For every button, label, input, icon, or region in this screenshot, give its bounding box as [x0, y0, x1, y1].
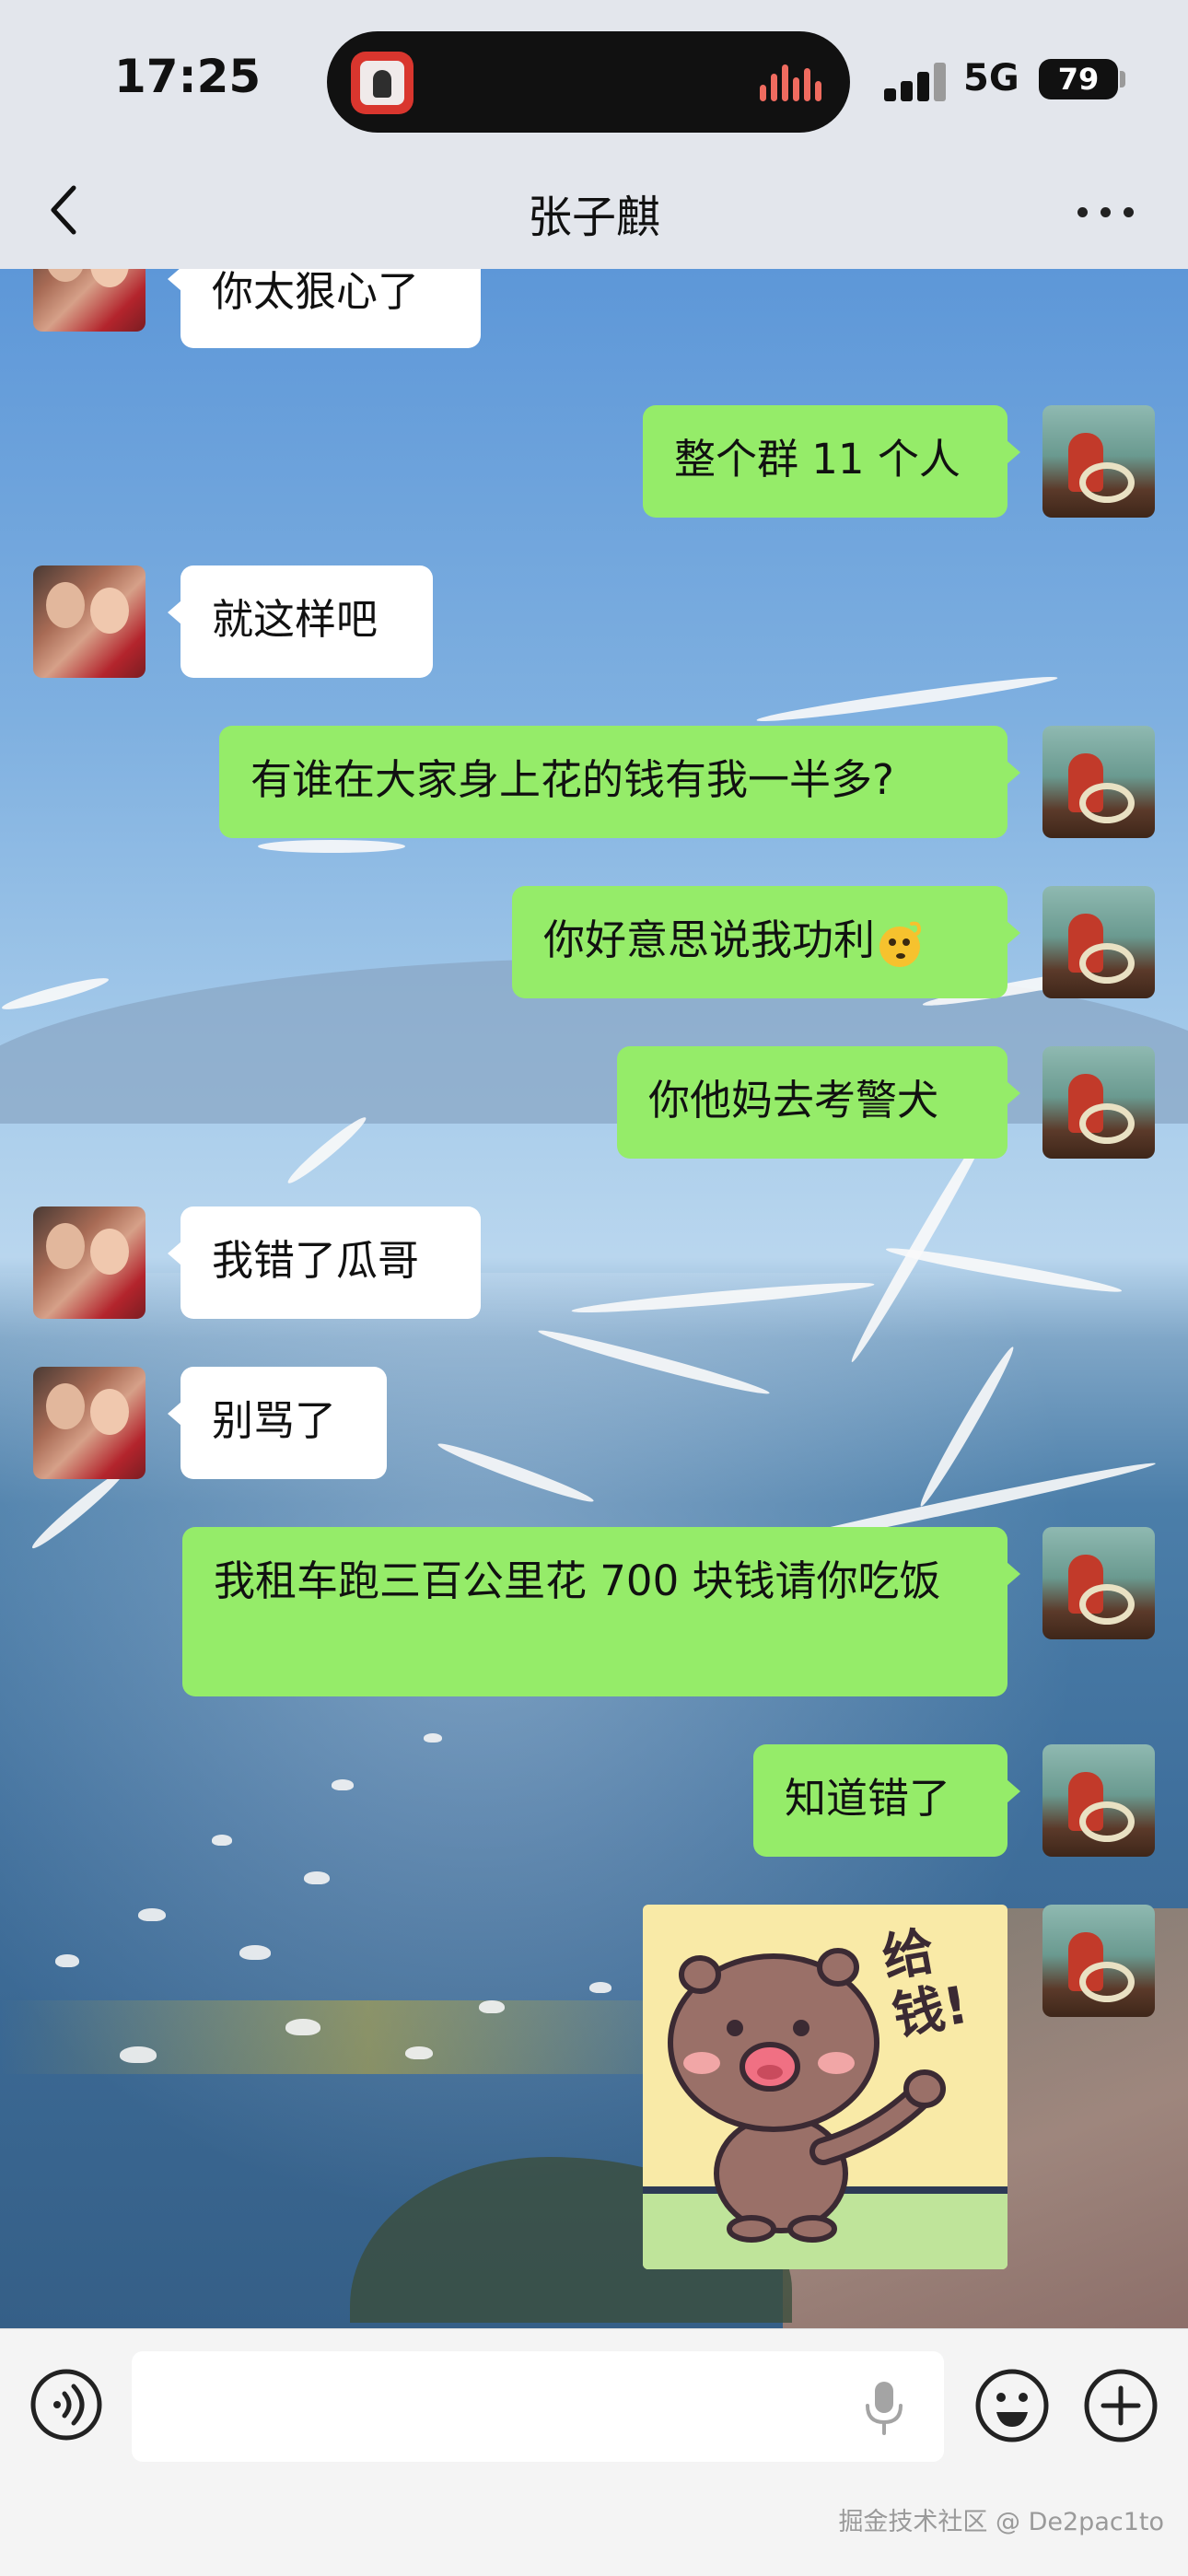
my-avatar[interactable] — [1042, 1527, 1155, 1639]
input-bar — [0, 2328, 1188, 2576]
watermark: 掘金技术社区 @ De2pac1to — [838, 2508, 1164, 2536]
microphone-icon[interactable] — [861, 2380, 907, 2435]
my-avatar[interactable] — [1042, 726, 1155, 838]
cellular-signal-icon — [884, 61, 949, 101]
pig-give-money-sticker[interactable]: 给钱! — [643, 1905, 1007, 2269]
message-bubble[interactable]: 别骂了 — [168, 1367, 387, 1479]
thinking-face-icon — [879, 921, 922, 967]
message-bubble[interactable]: 有谁在大家身上花的钱有我一半多? — [219, 726, 1020, 838]
my-avatar[interactable] — [1042, 1744, 1155, 1857]
now-playing-app-icon[interactable] — [351, 52, 413, 114]
my-avatar[interactable] — [1042, 1905, 1155, 2017]
top-bar: 17:25 5G 79 张子麒 — [0, 0, 1188, 269]
battery-icon — [1120, 71, 1125, 87]
my-avatar[interactable] — [1042, 1046, 1155, 1159]
status-time: 17:25 — [114, 50, 262, 103]
message-bubble[interactable]: 你他妈去考警犬 — [617, 1046, 1020, 1159]
message-list[interactable]: 你太狠心了 整个群 11 个人 就这样吧 有谁在大家身上花的钱有我一半多? 你好… — [0, 219, 1188, 2328]
contact-avatar[interactable] — [33, 1206, 146, 1319]
audio-waveform-icon — [760, 64, 824, 101]
message-bubble[interactable]: 知道错了 — [753, 1744, 1020, 1857]
my-avatar[interactable] — [1042, 405, 1155, 518]
message-bubble[interactable]: 我租车跑三百公里花 700 块钱请你吃饭 — [182, 1527, 1020, 1696]
more-dots-icon[interactable] — [1077, 203, 1142, 221]
message-bubble[interactable]: 你好意思说我功利 — [512, 886, 1020, 998]
battery-level: 79 — [1039, 59, 1118, 99]
network-type: 5G — [963, 57, 1019, 99]
message-text: 你好意思说我功利 — [543, 915, 876, 964]
message-bubble[interactable]: 整个群 11 个人 — [643, 405, 1020, 518]
chat-title: 张子麒 — [527, 192, 660, 243]
my-avatar[interactable] — [1042, 886, 1155, 998]
message-bubble[interactable]: 我错了瓜哥 — [168, 1206, 481, 1319]
contact-avatar[interactable] — [33, 565, 146, 678]
smiley-icon[interactable] — [974, 2368, 1050, 2443]
message-bubble[interactable]: 就这样吧 — [168, 565, 433, 678]
dynamic-island[interactable] — [327, 31, 850, 133]
contact-avatar[interactable] — [33, 1367, 146, 1479]
message-input[interactable] — [132, 2351, 944, 2462]
voice-mode-icon[interactable] — [29, 2368, 103, 2442]
plus-icon[interactable] — [1083, 2368, 1159, 2443]
